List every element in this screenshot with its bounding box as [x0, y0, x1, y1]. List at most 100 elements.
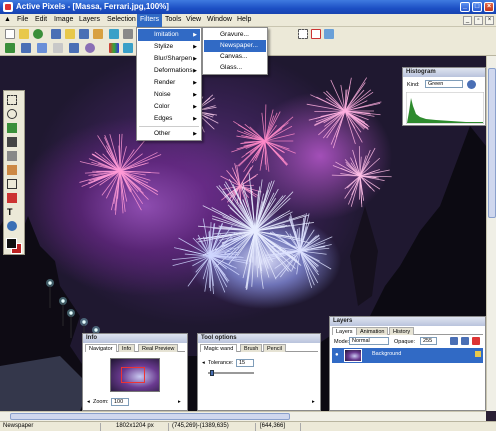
rect-select-icon[interactable] [7, 95, 17, 105]
menu-help[interactable]: Help [237, 16, 251, 23]
brush-icon[interactable] [7, 165, 17, 175]
tab-info[interactable]: Info [118, 344, 136, 352]
menu-filters[interactable]: Filters [137, 14, 163, 27]
menu-view[interactable]: View [186, 16, 201, 23]
redo-icon[interactable] [37, 43, 47, 53]
menu-item-blur-sharpen[interactable]: Blur/Sharpen ▶ [138, 53, 200, 65]
menu-item-glass[interactable]: Glass... [204, 62, 266, 74]
tolerance-field[interactable]: 15 [236, 359, 254, 367]
text-tool-icon[interactable]: T [7, 207, 17, 217]
effects-icon[interactable] [85, 43, 95, 53]
delete-layer-icon[interactable] [472, 337, 480, 345]
new-file-icon[interactable] [5, 29, 15, 39]
crop-tool-icon[interactable] [7, 151, 17, 161]
menu-item-label: Color [154, 103, 170, 110]
tab-navigator[interactable]: Navigator [85, 344, 117, 352]
menu-window[interactable]: Window [207, 16, 232, 23]
menu-icon[interactable]: ▲ [4, 16, 11, 23]
blend-mode-select[interactable]: Normal [349, 337, 389, 345]
menu-tools[interactable]: Tools [165, 16, 181, 23]
doc-restore-button[interactable]: ▫ [474, 16, 483, 25]
zoom-field[interactable]: 100 [111, 398, 129, 406]
copy-icon[interactable] [53, 43, 63, 53]
paste-icon[interactable] [69, 43, 79, 53]
status-bar: Newspaper 1802x1204 px (745,269)-(1389,6… [0, 421, 496, 431]
folder-icon[interactable] [65, 29, 75, 39]
export-icon[interactable] [93, 29, 103, 39]
tab-real-preview[interactable]: Real Preview [138, 344, 179, 352]
save-icon[interactable] [51, 29, 61, 39]
panel-scroll-right-icon[interactable]: ▸ [312, 399, 315, 405]
layer-icon[interactable] [5, 43, 15, 53]
tab-brush[interactable]: Brush [240, 344, 263, 352]
layer-down-icon[interactable] [461, 337, 469, 345]
foreground-color-swatch[interactable] [6, 238, 17, 249]
status-coords: (745,269)-(1389,635) [172, 423, 229, 429]
menu-item-edges[interactable]: Edges ▶ [138, 113, 200, 125]
menu-file[interactable]: File [17, 16, 28, 23]
fill-icon[interactable] [7, 193, 17, 203]
refresh-icon[interactable] [467, 80, 476, 89]
move-icon[interactable] [7, 137, 17, 147]
kind-select[interactable]: Green [425, 80, 463, 88]
horizontal-scrollbar[interactable] [0, 411, 486, 421]
menu-item-label: Stylize [154, 43, 174, 50]
select-icon[interactable] [298, 29, 308, 39]
menu-item-other[interactable]: Other ▶ [138, 128, 200, 140]
menu-item-stylize[interactable]: Stylize ▶ [138, 41, 200, 53]
tab-history[interactable]: History [389, 327, 415, 335]
vertical-scroll-thumb[interactable] [488, 68, 496, 218]
delete-selection-icon[interactable] [311, 29, 321, 39]
submenu-arrow-icon: ▶ [193, 92, 197, 98]
layer-lock-icon[interactable] [475, 351, 481, 357]
undo-icon[interactable] [21, 43, 31, 53]
tolerance-slider-knob[interactable] [210, 370, 214, 376]
menu-selection[interactable]: Selection [107, 16, 136, 23]
save-as-icon[interactable] [79, 29, 89, 39]
zoom-icon[interactable] [7, 221, 17, 231]
close-button[interactable]: × [484, 2, 494, 12]
menu-image[interactable]: Image [54, 16, 73, 23]
tab-layers[interactable]: Layers [332, 327, 357, 335]
doc-close-button[interactable]: × [485, 16, 494, 25]
opacity-field[interactable]: 255 [420, 337, 437, 345]
globe-icon[interactable] [33, 29, 43, 39]
tool-palette: T [3, 90, 25, 255]
tab-animation[interactable]: Animation [356, 327, 389, 335]
doc-minimize-button[interactable]: _ [463, 16, 472, 25]
menu-layers[interactable]: Layers [79, 16, 100, 23]
menu-edit[interactable]: Edit [35, 16, 47, 23]
open-icon[interactable] [19, 29, 29, 39]
window-title: Active Pixels - [Massa, Ferrari.jpg,100%… [16, 2, 169, 11]
tab-magic-wand[interactable]: Magic wand [200, 344, 238, 352]
tool-options-tabs: Magic wand Brush Pencil [200, 344, 318, 352]
vertical-scrollbar[interactable] [486, 56, 496, 411]
shape-icon[interactable] [7, 179, 17, 189]
status-divider [255, 423, 256, 431]
magic-wand-icon[interactable] [7, 123, 17, 133]
horizontal-scroll-thumb[interactable] [10, 413, 290, 420]
opacity-label: Opaque: [394, 339, 416, 345]
menu-item-noise[interactable]: Noise ▶ [138, 89, 200, 101]
menu-item-color[interactable]: Color ▶ [138, 101, 200, 113]
minimize-button[interactable]: _ [460, 2, 470, 12]
menu-item-imitation[interactable]: Imitation ▶ [138, 29, 200, 41]
menu-item-deformations[interactable]: Deformations ▶ [138, 65, 200, 77]
layer-row-background[interactable]: ● Background [332, 348, 483, 363]
crop-icon[interactable] [324, 29, 334, 39]
scan-icon[interactable] [109, 29, 119, 39]
tolerance-slider[interactable] [208, 372, 254, 374]
print-icon[interactable] [123, 29, 133, 39]
submenu-arrow-icon: ▶ [193, 44, 197, 50]
zoom-out-icon[interactable]: ◂ [87, 399, 90, 405]
zoom-in-icon[interactable]: ▸ [178, 399, 181, 405]
color-icon[interactable] [109, 43, 119, 53]
menu-item-render[interactable]: Render ▶ [138, 77, 200, 89]
adjust-icon[interactable] [123, 43, 133, 53]
layer-visible-icon[interactable]: ● [335, 352, 339, 358]
maximize-button[interactable]: □ [472, 2, 482, 12]
lasso-icon[interactable] [7, 109, 17, 119]
navigator-view-rect[interactable] [121, 367, 145, 383]
layer-up-icon[interactable] [450, 337, 458, 345]
tab-pencil[interactable]: Pencil [263, 344, 286, 352]
